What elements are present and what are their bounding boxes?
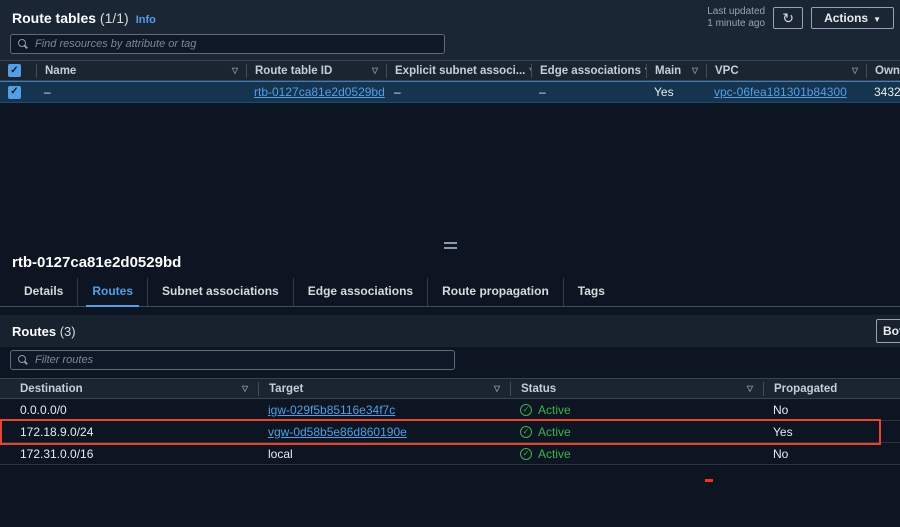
- select-all-cell: [0, 64, 36, 78]
- cell-status: Active: [510, 403, 763, 417]
- column-header-name[interactable]: Name▽: [36, 64, 246, 78]
- actions-button[interactable]: Actions▼: [811, 7, 894, 29]
- column-header-explicit-subnet[interactable]: Explicit subnet associ...▽: [386, 64, 531, 78]
- routes-title: Routes (3): [12, 324, 76, 339]
- route-table-id-link[interactable]: rtb-0127ca81e2d0529bd: [254, 85, 385, 99]
- column-header-route-table-id[interactable]: Route table ID▽: [246, 64, 386, 78]
- routes-count: (3): [60, 324, 76, 339]
- detail-tabs: Details Routes Subnet associations Edge …: [0, 278, 900, 307]
- last-updated-text: Last updated 1 minute ago: [707, 6, 765, 31]
- cell-propagated: Yes: [763, 425, 900, 439]
- cell-owner: 3432: [866, 85, 900, 99]
- route-tables-table-header: Name▽ Route table ID▽ Explicit subnet as…: [0, 60, 900, 81]
- page-title: Route tables (1/1): [12, 10, 129, 26]
- search-icon: [18, 355, 29, 366]
- routes-card: Routes (3) Both Destination▽ Target▽ Sta…: [0, 315, 900, 465]
- target-link[interactable]: vgw-0d58b5e86d860190e: [268, 425, 407, 439]
- cell-destination: 172.31.0.0/16: [0, 447, 258, 461]
- resource-count: (1/1): [100, 10, 129, 26]
- route-table-detail-panel: rtb-0127ca81e2d0529bd Details Routes Sub…: [0, 250, 900, 527]
- cell-propagated: No: [763, 403, 900, 417]
- column-header-vpc[interactable]: VPC▽: [706, 64, 866, 78]
- column-header-edge-associations[interactable]: Edge associations▽: [531, 64, 646, 78]
- tab-subnet-associations[interactable]: Subnet associations: [147, 278, 293, 306]
- vpc-link[interactable]: vpc-06fea181301b84300: [714, 85, 847, 99]
- routes-table: Destination▽ Target▽ Status▽ Propagated …: [0, 378, 900, 465]
- status-text: Active: [538, 447, 571, 461]
- route-tables-header-bar: Route tables (1/1) Info Last updated 1 m…: [0, 0, 900, 32]
- cell-vpc: vpc-06fea181301b84300: [706, 85, 866, 99]
- cell-target: local: [258, 447, 510, 461]
- sort-icon: ▽: [232, 66, 238, 75]
- caret-down-icon: ▼: [873, 15, 881, 24]
- column-header-status[interactable]: Status▽: [510, 382, 763, 396]
- sort-icon: ▽: [692, 66, 698, 75]
- row-select-cell: [0, 86, 36, 99]
- cell-main: Yes: [646, 85, 706, 99]
- target-link[interactable]: igw-029f5b85116e34f7c: [268, 403, 395, 417]
- route-row[interactable]: 0.0.0.0/0 igw-029f5b85116e34f7c Active N…: [0, 399, 900, 421]
- resource-search-row: [0, 32, 900, 60]
- tab-routes[interactable]: Routes: [77, 278, 147, 306]
- sort-icon: ▽: [747, 384, 753, 393]
- cell-status: Active: [510, 425, 763, 439]
- tab-edge-associations[interactable]: Edge associations: [293, 278, 427, 306]
- resource-search-box[interactable]: [10, 34, 445, 54]
- search-icon: [18, 39, 29, 50]
- route-row[interactable]: 172.31.0.0/16 local Active No: [0, 443, 900, 465]
- sort-icon: ▽: [852, 66, 858, 75]
- annotation-mark: [705, 479, 713, 482]
- column-header-propagated[interactable]: Propagated: [763, 382, 900, 396]
- sort-icon: ▽: [494, 384, 500, 393]
- splitter-handle-icon: [444, 242, 457, 249]
- route-tables-panel: Route tables (1/1) Info Last updated 1 m…: [0, 0, 900, 103]
- cell-name: –: [36, 85, 246, 99]
- column-header-owner[interactable]: Own: [866, 64, 900, 78]
- column-header-main[interactable]: Main▽: [646, 64, 706, 78]
- status-active-icon: [520, 448, 532, 460]
- cell-explicit-subnet: –: [386, 85, 531, 99]
- detail-title: rtb-0127ca81e2d0529bd: [0, 250, 900, 278]
- sort-icon: ▽: [242, 384, 248, 393]
- resource-search-input[interactable]: [35, 38, 437, 50]
- refresh-button[interactable]: ↻: [773, 7, 803, 29]
- panel-splitter[interactable]: [0, 242, 900, 249]
- routes-table-header: Destination▽ Target▽ Status▽ Propagated: [0, 378, 900, 399]
- routes-card-header: Routes (3) Both: [0, 315, 900, 347]
- cell-destination: 172.18.9.0/24: [0, 425, 258, 439]
- column-header-target[interactable]: Target▽: [258, 382, 510, 396]
- both-filter-button[interactable]: Both: [876, 319, 900, 343]
- info-link[interactable]: Info: [136, 14, 156, 26]
- routes-filter-row: [0, 347, 900, 378]
- cell-status: Active: [510, 447, 763, 461]
- cell-route-table-id: rtb-0127ca81e2d0529bd: [246, 85, 386, 99]
- tab-tags[interactable]: Tags: [563, 278, 619, 306]
- tab-route-propagation[interactable]: Route propagation: [427, 278, 563, 306]
- status-active-icon: [520, 404, 532, 416]
- filter-routes-input[interactable]: [35, 354, 447, 366]
- cell-destination: 0.0.0.0/0: [0, 403, 258, 417]
- cell-edge-associations: –: [531, 85, 646, 99]
- refresh-icon: ↻: [782, 10, 794, 27]
- route-table-row[interactable]: – rtb-0127ca81e2d0529bd – – Yes vpc-06fe…: [0, 81, 900, 103]
- status-text: Active: [538, 425, 571, 439]
- column-header-destination[interactable]: Destination▽: [0, 382, 258, 396]
- routes-filter-box[interactable]: [10, 350, 455, 370]
- cell-target: vgw-0d58b5e86d860190e: [258, 425, 510, 439]
- status-text: Active: [538, 403, 571, 417]
- tab-details[interactable]: Details: [10, 278, 77, 306]
- route-row-highlighted[interactable]: 172.18.9.0/24 vgw-0d58b5e86d860190e Acti…: [0, 421, 900, 443]
- select-all-checkbox[interactable]: [8, 64, 21, 77]
- status-active-icon: [520, 426, 532, 438]
- sort-icon: ▽: [372, 66, 378, 75]
- cell-target: igw-029f5b85116e34f7c: [258, 403, 510, 417]
- aws-vpc-console: Route tables (1/1) Info Last updated 1 m…: [0, 0, 900, 527]
- cell-propagated: No: [763, 447, 900, 461]
- row-checkbox[interactable]: [8, 86, 21, 99]
